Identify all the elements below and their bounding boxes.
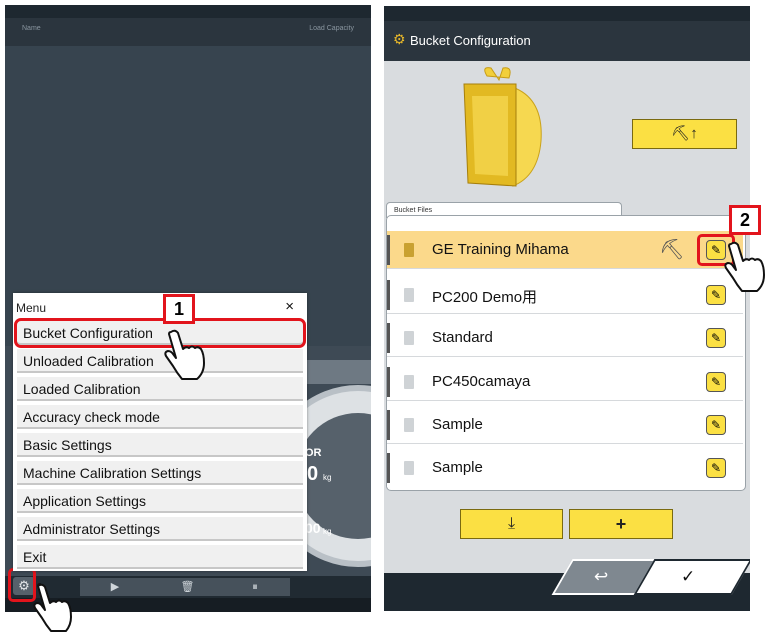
row-indicator: [387, 323, 390, 353]
pointing-hand-icon: [724, 241, 765, 292]
menu-item-basic-settings[interactable]: Basic Settings: [17, 433, 303, 457]
list-item[interactable]: Standard ✎: [387, 319, 743, 357]
confirm-button[interactable]: ✓: [633, 559, 750, 595]
file-name: Sample: [432, 459, 483, 476]
check-icon: ✓: [681, 567, 696, 586]
plus-icon: +: [615, 514, 627, 534]
strip: [305, 360, 371, 384]
close-icon[interactable]: ×: [285, 298, 294, 315]
load-capacity-column-label: Load Capacity: [309, 25, 354, 32]
menu-title: Menu: [16, 301, 47, 315]
edit-button[interactable]: ✎: [706, 328, 726, 348]
row-indicator: [387, 235, 390, 265]
row-indicator: [387, 410, 390, 440]
pause-button[interactable]: ⏸: [220, 578, 290, 596]
name-column-label: Name: [22, 25, 41, 32]
row-indicator: [387, 367, 390, 397]
chip-icon: [404, 375, 414, 389]
pause-icon: ⏸: [252, 581, 258, 593]
pencil-icon: ✎: [710, 418, 722, 432]
bucket-outline-icon: ⛏: [659, 239, 685, 261]
row-indicator: [387, 453, 390, 483]
file-name: Standard: [432, 329, 493, 346]
menu-item-administrator-settings[interactable]: Administrator Settings: [17, 517, 303, 541]
back-icon: ↩: [594, 567, 609, 586]
play-button[interactable]: ▶: [80, 578, 150, 596]
menu-item-loaded-calibration[interactable]: Loaded Calibration: [17, 377, 303, 401]
play-icon: ▶: [110, 581, 120, 593]
bucket-swap-icon: ⛏↑: [671, 125, 698, 142]
right-screen: ⚙ Bucket Configuration ⛏↑ Bucket Files G…: [384, 6, 750, 611]
gauge-text-d: 00: [305, 520, 321, 536]
chip-icon: [404, 418, 414, 432]
list-item[interactable]: Sample ✎: [387, 406, 743, 444]
file-name: GE Training Mihama: [432, 241, 569, 258]
file-name: Sample: [432, 416, 483, 433]
menu-item-machine-calibration-settings[interactable]: Machine Calibration Settings: [17, 461, 303, 485]
table-header: Name Load Capacity: [5, 18, 371, 46]
step-callout-1: 1: [163, 294, 195, 324]
chip-icon: [404, 461, 414, 475]
menu-item-accuracy-check-mode[interactable]: Accuracy check mode: [17, 405, 303, 429]
menu-item-application-settings[interactable]: Application Settings: [17, 489, 303, 513]
file-name: PC200 Demo用: [432, 289, 538, 306]
pointing-hand-icon: [164, 329, 205, 380]
pencil-icon: ✎: [710, 331, 722, 345]
list-item[interactable]: PC200 Demo用 ✎: [387, 276, 743, 314]
chip-icon: [404, 243, 414, 257]
delete-button[interactable]: 🗑: [150, 578, 225, 596]
edit-button[interactable]: ✎: [706, 415, 726, 435]
trash-icon: 🗑: [180, 581, 195, 593]
list-item[interactable]: Sample ✎: [387, 449, 743, 487]
pencil-icon: ✎: [710, 461, 722, 475]
chip-icon: [404, 288, 414, 302]
bucket-icon: [463, 67, 542, 187]
gauge-text-b: 0: [307, 463, 319, 485]
menu-item-bucket-configuration[interactable]: Bucket Configuration: [14, 318, 306, 348]
list-item[interactable]: GE Training Mihama ⛏ ✎: [387, 231, 743, 269]
list-item[interactable]: PC450camaya ✎: [387, 363, 743, 401]
import-button[interactable]: ⤓: [460, 509, 563, 539]
gear-icon: ⚙: [393, 31, 406, 47]
row-indicator: [387, 280, 390, 310]
gauge-text-e: kg: [323, 527, 332, 536]
settings-menu: Menu × Bucket Configuration Unloaded Cal…: [13, 293, 307, 571]
download-icon: ⤓: [507, 515, 516, 532]
page-title: Bucket Configuration: [410, 33, 531, 48]
gauge-text-c: kg: [323, 473, 332, 482]
add-button[interactable]: +: [569, 509, 673, 539]
gauge-text-a: OR: [305, 447, 322, 459]
title-bar: ⚙ Bucket Configuration: [384, 21, 750, 61]
pencil-icon: ✎: [710, 375, 722, 389]
edit-button[interactable]: ✎: [706, 372, 726, 392]
chip-icon: [404, 331, 414, 345]
pencil-icon: ✎: [710, 288, 722, 302]
status-bar: [5, 5, 371, 18]
menu-item-exit[interactable]: Exit: [17, 545, 303, 569]
pointing-hand-icon: [33, 583, 72, 632]
step-callout-2: 2: [729, 205, 761, 235]
bucket-change-button[interactable]: ⛏↑: [632, 119, 737, 149]
edit-button[interactable]: ✎: [706, 458, 726, 478]
file-name: PC450camaya: [432, 373, 531, 390]
status-bar: [384, 6, 750, 21]
menu-item-unloaded-calibration[interactable]: Unloaded Calibration: [17, 349, 303, 373]
